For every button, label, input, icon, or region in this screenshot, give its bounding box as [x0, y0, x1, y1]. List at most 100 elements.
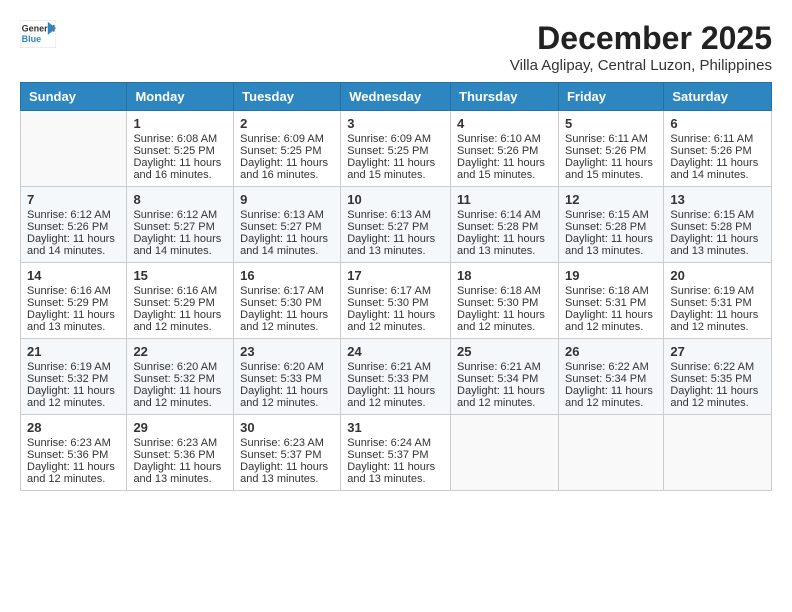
calendar-cell: 10Sunrise: 6:13 AMSunset: 5:27 PMDayligh…	[341, 187, 451, 263]
day-number: 18	[457, 268, 552, 283]
day-info: Daylight: 11 hours and 12 minutes.	[27, 385, 120, 409]
calendar-cell: 20Sunrise: 6:19 AMSunset: 5:31 PMDayligh…	[664, 263, 772, 339]
day-info: Sunset: 5:37 PM	[240, 449, 334, 461]
day-number: 10	[347, 192, 444, 207]
day-info: Daylight: 11 hours and 13 minutes.	[457, 233, 552, 257]
day-info: Sunset: 5:29 PM	[133, 297, 227, 309]
day-info: Daylight: 11 hours and 12 minutes.	[457, 385, 552, 409]
day-info: Sunrise: 6:11 AM	[670, 133, 765, 145]
day-number: 4	[457, 116, 552, 131]
day-number: 24	[347, 344, 444, 359]
logo-icon: General Blue	[20, 20, 56, 48]
day-number: 2	[240, 116, 334, 131]
day-info: Sunset: 5:29 PM	[27, 297, 120, 309]
calendar-cell	[558, 415, 663, 491]
day-number: 6	[670, 116, 765, 131]
calendar-cell: 30Sunrise: 6:23 AMSunset: 5:37 PMDayligh…	[234, 415, 341, 491]
calendar-cell: 14Sunrise: 6:16 AMSunset: 5:29 PMDayligh…	[21, 263, 127, 339]
day-info: Sunset: 5:36 PM	[27, 449, 120, 461]
calendar-cell: 11Sunrise: 6:14 AMSunset: 5:28 PMDayligh…	[451, 187, 559, 263]
logo: General Blue	[20, 20, 58, 48]
column-header-saturday: Saturday	[664, 83, 772, 111]
day-info: Daylight: 11 hours and 16 minutes.	[240, 157, 334, 181]
day-info: Daylight: 11 hours and 12 minutes.	[670, 309, 765, 333]
day-info: Daylight: 11 hours and 12 minutes.	[27, 461, 120, 485]
day-info: Sunrise: 6:16 AM	[133, 285, 227, 297]
day-info: Sunset: 5:25 PM	[240, 145, 334, 157]
calendar-cell: 6 Sunrise: 6:11 AMSunset: 5:26 PMDaylight…	[664, 111, 772, 187]
day-info: Sunrise: 6:10 AM	[457, 133, 552, 145]
day-info: Sunset: 5:33 PM	[347, 373, 444, 385]
calendar-cell: 26Sunrise: 6:22 AMSunset: 5:34 PMDayligh…	[558, 339, 663, 415]
day-info: Sunrise: 6:24 AM	[347, 437, 444, 449]
day-number: 15	[133, 268, 227, 283]
calendar-cell: 22Sunrise: 6:20 AMSunset: 5:32 PMDayligh…	[127, 339, 234, 415]
day-number: 17	[347, 268, 444, 283]
calendar-cell: 23Sunrise: 6:20 AMSunset: 5:33 PMDayligh…	[234, 339, 341, 415]
location-subtitle: Villa Aglipay, Central Luzon, Philippine…	[510, 57, 772, 74]
calendar-cell: 3Sunrise: 6:09 AMSunset: 5:25 PMDaylight…	[341, 111, 451, 187]
day-info: Sunrise: 6:16 AM	[27, 285, 120, 297]
day-info: Sunrise: 6:17 AM	[347, 285, 444, 297]
day-info: Daylight: 11 hours and 13 minutes.	[240, 461, 334, 485]
day-number: 20	[670, 268, 765, 283]
day-info: Daylight: 11 hours and 15 minutes.	[457, 157, 552, 181]
day-info: Sunset: 5:25 PM	[347, 145, 444, 157]
calendar-cell: 28 Sunrise: 6:23 AMSunset: 5:36 PMDayligh…	[21, 415, 127, 491]
day-info: Daylight: 11 hours and 12 minutes.	[133, 309, 227, 333]
day-number: 12	[565, 192, 657, 207]
day-info: Daylight: 11 hours and 12 minutes.	[240, 309, 334, 333]
day-number: 22	[133, 344, 227, 359]
day-info: Sunrise: 6:19 AM	[670, 285, 765, 297]
day-number: 30	[240, 420, 334, 435]
day-info: Sunrise: 6:11 AM	[565, 133, 657, 145]
calendar-cell: 25Sunrise: 6:21 AMSunset: 5:34 PMDayligh…	[451, 339, 559, 415]
day-info: Sunset: 5:35 PM	[670, 373, 765, 385]
day-number: 1	[133, 116, 227, 131]
column-header-friday: Friday	[558, 83, 663, 111]
day-info: Sunset: 5:26 PM	[27, 221, 120, 233]
day-number: 28	[27, 420, 120, 435]
day-info: Sunrise: 6:19 AM	[27, 361, 120, 373]
day-info: Daylight: 11 hours and 14 minutes.	[133, 233, 227, 257]
calendar-row: 28Sunrise: 6:23 AMSunset: 5:36 PMDayligh…	[21, 415, 772, 491]
day-info: Daylight: 11 hours and 12 minutes.	[240, 385, 334, 409]
calendar-cell: 19Sunrise: 6:18 AMSunset: 5:31 PMDayligh…	[558, 263, 663, 339]
day-info: Daylight: 11 hours and 14 minutes.	[670, 157, 765, 181]
calendar-cell: 21Sunrise: 6:19 AMSunset: 5:32 PMDayligh…	[21, 339, 127, 415]
day-info: Sunset: 5:36 PM	[133, 449, 227, 461]
calendar-cell: 29Sunrise: 6:23 AMSunset: 5:36 PMDayligh…	[127, 415, 234, 491]
day-info: Sunset: 5:26 PM	[670, 145, 765, 157]
day-number: 8	[133, 192, 227, 207]
day-info: Sunrise: 6:23 AM	[27, 437, 120, 449]
calendar-row: 14Sunrise: 6:16 AMSunset: 5:29 PMDayligh…	[21, 263, 772, 339]
day-info: Daylight: 11 hours and 12 minutes.	[670, 385, 765, 409]
calendar-row: 21Sunrise: 6:19 AMSunset: 5:32 PMDayligh…	[21, 339, 772, 415]
day-info: Sunrise: 6:13 AM	[347, 209, 444, 221]
column-header-wednesday: Wednesday	[341, 83, 451, 111]
day-info: Sunrise: 6:09 AM	[347, 133, 444, 145]
day-number: 7	[27, 192, 120, 207]
day-info: Daylight: 11 hours and 14 minutes.	[27, 233, 120, 257]
day-info: Sunset: 5:32 PM	[133, 373, 227, 385]
day-number: 29	[133, 420, 227, 435]
day-info: Sunset: 5:33 PM	[240, 373, 334, 385]
calendar-cell: 16Sunrise: 6:17 AMSunset: 5:30 PMDayligh…	[234, 263, 341, 339]
day-info: Sunset: 5:31 PM	[565, 297, 657, 309]
day-number: 13	[670, 192, 765, 207]
calendar-header-row: SundayMondayTuesdayWednesdayThursdayFrid…	[21, 83, 772, 111]
day-number: 9	[240, 192, 334, 207]
day-info: Sunset: 5:28 PM	[565, 221, 657, 233]
day-number: 14	[27, 268, 120, 283]
day-info: Sunrise: 6:09 AM	[240, 133, 334, 145]
column-header-tuesday: Tuesday	[234, 83, 341, 111]
calendar-cell: 2 Sunrise: 6:09 AMSunset: 5:25 PMDaylight…	[234, 111, 341, 187]
day-info: Daylight: 11 hours and 13 minutes.	[133, 461, 227, 485]
calendar-cell: 1Sunrise: 6:08 AMSunset: 5:25 PMDaylight…	[127, 111, 234, 187]
day-info: Sunrise: 6:18 AM	[565, 285, 657, 297]
day-info: Sunset: 5:30 PM	[347, 297, 444, 309]
day-number: 5	[565, 116, 657, 131]
day-info: Sunset: 5:32 PM	[27, 373, 120, 385]
day-number: 19	[565, 268, 657, 283]
day-info: Daylight: 11 hours and 12 minutes.	[457, 309, 552, 333]
